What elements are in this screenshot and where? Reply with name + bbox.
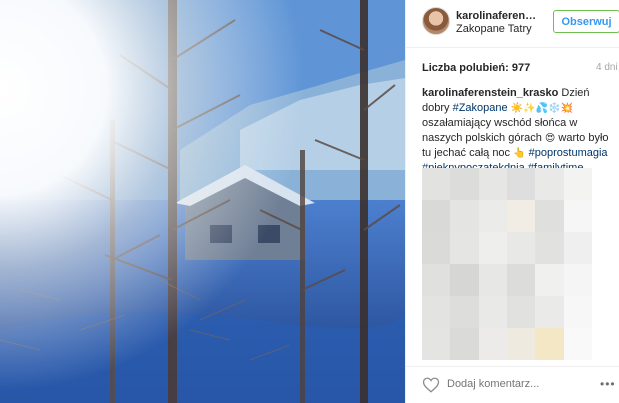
post-header: karolinaferenstein_krasko Zakopane Tatry… (406, 0, 619, 48)
post-photo[interactable] (0, 0, 405, 403)
hashtag-poprostumagia[interactable]: #poprostumagia (529, 147, 608, 159)
likes-count[interactable]: Liczba polubień: 977 (422, 62, 530, 74)
caption-username[interactable]: karolinaferenstein_krasko (422, 87, 558, 99)
photo-illustration (0, 0, 405, 403)
instagram-post: karolinaferenstein_krasko Zakopane Tatry… (0, 0, 619, 403)
heart-icon[interactable] (422, 376, 440, 394)
avatar[interactable] (422, 7, 450, 35)
comment-input[interactable] (447, 378, 587, 390)
more-options-icon[interactable]: ••• (600, 377, 616, 391)
caption-emoji: ☀️✨💦❄️💥 (510, 103, 573, 114)
post-footer: ••• (406, 366, 619, 403)
hashtag-zakopane[interactable]: #Zakopane (453, 102, 508, 114)
author-username[interactable]: karolinaferenstein_krasko (456, 10, 538, 22)
follow-button[interactable]: Obserwuj (553, 10, 619, 33)
post-sidebar: karolinaferenstein_krasko Zakopane Tatry… (405, 0, 619, 403)
location-link[interactable]: Zakopane Tatry (456, 23, 532, 35)
pixelated-comments (422, 168, 592, 360)
post-caption: karolinaferenstein_krasko Dzień dobry #Z… (422, 86, 612, 176)
caption-emoji: 👆 (513, 148, 526, 159)
post-time[interactable]: 4 dni (596, 62, 618, 73)
caption-emoji: 😍 (544, 133, 556, 144)
